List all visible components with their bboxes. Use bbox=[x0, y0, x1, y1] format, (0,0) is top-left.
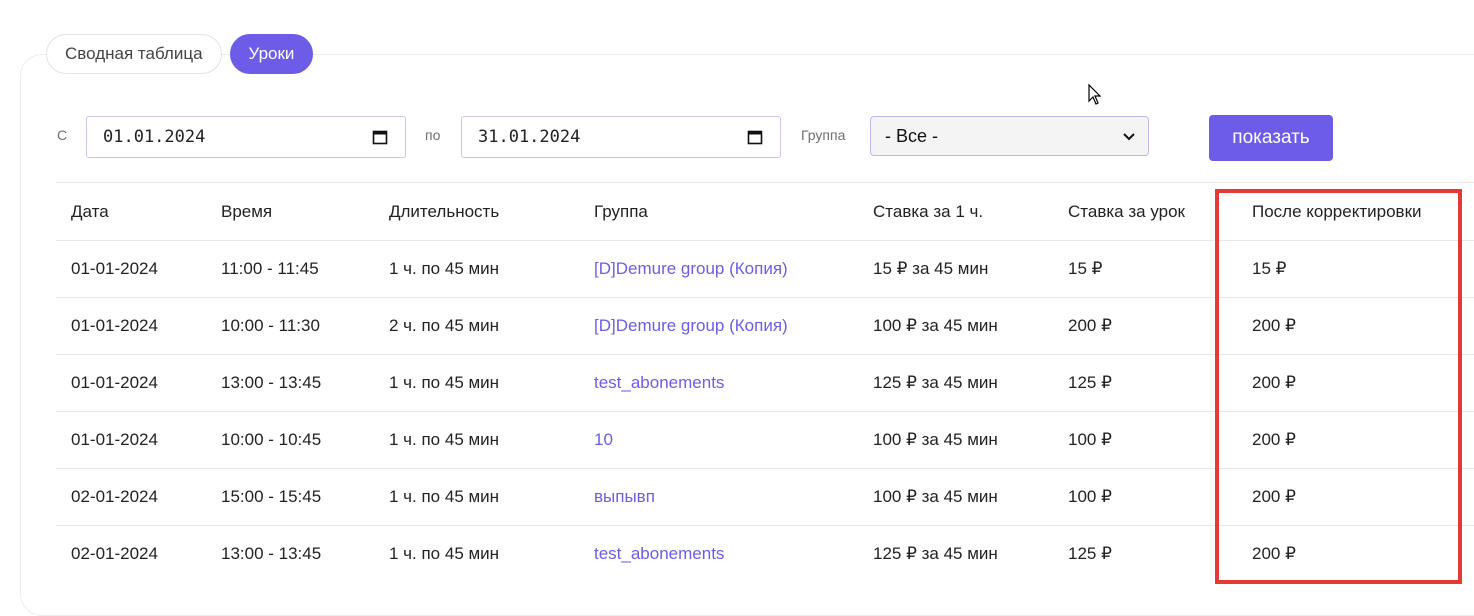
table-row: 01-01-2024 13:00 - 13:45 1 ч. по 45 мин … bbox=[56, 354, 1474, 411]
show-button[interactable]: показать bbox=[1209, 115, 1333, 161]
cell-date: 02-01-2024 bbox=[71, 487, 158, 506]
table-row: 01-01-2024 10:00 - 11:30 2 ч. по 45 мин … bbox=[56, 297, 1474, 354]
cell-time: 13:00 - 13:45 bbox=[221, 544, 322, 563]
cell-after-adjustment: 200 ₽ bbox=[1252, 316, 1296, 335]
cell-time: 11:00 - 11:45 bbox=[221, 259, 319, 278]
tab-lessons[interactable]: Уроки bbox=[229, 34, 314, 74]
cell-time: 15:00 - 15:45 bbox=[221, 487, 322, 506]
cell-date: 01-01-2024 bbox=[71, 373, 158, 392]
cell-after-adjustment: 15 ₽ bbox=[1252, 259, 1287, 278]
date-from-input[interactable]: 01.01.2024 bbox=[86, 116, 406, 158]
cell-rate-per-lesson: 125 ₽ bbox=[1068, 373, 1112, 392]
cell-date: 02-01-2024 bbox=[71, 544, 158, 563]
cell-rate-per-lesson: 100 ₽ bbox=[1068, 430, 1112, 449]
calendar-icon[interactable] bbox=[746, 128, 764, 146]
cell-rate-per-hour: 100 ₽ за 45 мин bbox=[873, 316, 998, 335]
header-time: Время bbox=[221, 201, 273, 221]
group-label: Группа bbox=[801, 127, 846, 143]
date-from-value: 01.01.2024 bbox=[103, 127, 206, 147]
header-rate-per-lesson: Ставка за урок bbox=[1068, 201, 1185, 221]
cell-rate-per-hour: 100 ₽ за 45 мин bbox=[873, 430, 998, 449]
header-rate-per-hour: Ставка за 1 ч. bbox=[873, 201, 984, 221]
group-link[interactable]: test_abonements bbox=[594, 355, 724, 411]
cell-duration: 2 ч. по 45 мин bbox=[389, 316, 500, 335]
cell-rate-per-hour: 125 ₽ за 45 мин bbox=[873, 373, 998, 392]
cell-after-adjustment: 200 ₽ bbox=[1252, 544, 1296, 563]
mouse-cursor-icon bbox=[1088, 84, 1102, 105]
cell-duration: 1 ч. по 45 мин bbox=[389, 373, 500, 392]
group-link[interactable]: 10 bbox=[594, 412, 613, 468]
tab-bar: Сводная таблица Уроки bbox=[46, 34, 314, 74]
cell-duration: 1 ч. по 45 мин bbox=[389, 544, 500, 563]
table-row: 01-01-2024 10:00 - 10:45 1 ч. по 45 мин … bbox=[56, 411, 1474, 468]
cell-rate-per-hour: 125 ₽ за 45 мин bbox=[873, 544, 998, 563]
header-group: Группа bbox=[594, 201, 648, 221]
cell-date: 01-01-2024 bbox=[71, 259, 158, 278]
table-row: 02-01-2024 13:00 - 13:45 1 ч. по 45 мин … bbox=[56, 525, 1474, 582]
cell-duration: 1 ч. по 45 мин bbox=[389, 259, 500, 278]
date-to-input[interactable]: 31.01.2024 bbox=[461, 116, 781, 158]
calendar-icon[interactable] bbox=[371, 128, 389, 146]
group-link[interactable]: [D]Demure group (Копия) bbox=[594, 298, 788, 354]
cell-time: 13:00 - 13:45 bbox=[221, 373, 322, 392]
cell-duration: 1 ч. по 45 мин bbox=[389, 430, 500, 449]
cell-rate-per-hour: 100 ₽ за 45 мин bbox=[873, 487, 998, 506]
cell-date: 01-01-2024 bbox=[71, 316, 158, 335]
cell-rate-per-lesson: 100 ₽ bbox=[1068, 487, 1112, 506]
group-link[interactable]: выпывп bbox=[594, 469, 655, 525]
chevron-down-icon bbox=[1122, 126, 1136, 147]
tab-summary-table[interactable]: Сводная таблица bbox=[46, 34, 222, 74]
group-select-value: - Все - bbox=[885, 125, 939, 146]
cell-date: 01-01-2024 bbox=[71, 430, 158, 449]
group-select[interactable]: - Все - bbox=[870, 116, 1149, 156]
table-row: 01-01-2024 11:00 - 11:45 1 ч. по 45 мин … bbox=[56, 240, 1474, 297]
cell-rate-per-lesson: 200 ₽ bbox=[1068, 316, 1112, 335]
cell-rate-per-lesson: 15 ₽ bbox=[1068, 259, 1103, 278]
table-header-row: Дата Время Длительность Группа Ставка за… bbox=[56, 182, 1474, 240]
date-from-label: С bbox=[57, 127, 68, 143]
cell-time: 10:00 - 10:45 bbox=[221, 430, 322, 449]
header-duration: Длительность bbox=[389, 201, 500, 221]
table-row: 02-01-2024 15:00 - 15:45 1 ч. по 45 мин … bbox=[56, 468, 1474, 525]
cell-rate-per-lesson: 125 ₽ bbox=[1068, 544, 1112, 563]
cell-after-adjustment: 200 ₽ bbox=[1252, 373, 1296, 392]
date-to-value: 31.01.2024 bbox=[478, 127, 581, 147]
cell-time: 10:00 - 11:30 bbox=[221, 316, 320, 335]
date-to-label: по bbox=[425, 127, 441, 143]
cell-rate-per-hour: 15 ₽ за 45 мин bbox=[873, 259, 989, 278]
header-date: Дата bbox=[71, 201, 109, 221]
group-link[interactable]: test_abonements bbox=[594, 526, 724, 582]
cell-after-adjustment: 200 ₽ bbox=[1252, 430, 1296, 449]
cell-after-adjustment: 200 ₽ bbox=[1252, 487, 1296, 506]
lessons-table: Дата Время Длительность Группа Ставка за… bbox=[56, 182, 1474, 582]
group-link[interactable]: [D]Demure group (Копия) bbox=[594, 241, 788, 297]
header-after-adjustment: После корректировки bbox=[1252, 201, 1422, 221]
cell-duration: 1 ч. по 45 мин bbox=[389, 487, 500, 506]
